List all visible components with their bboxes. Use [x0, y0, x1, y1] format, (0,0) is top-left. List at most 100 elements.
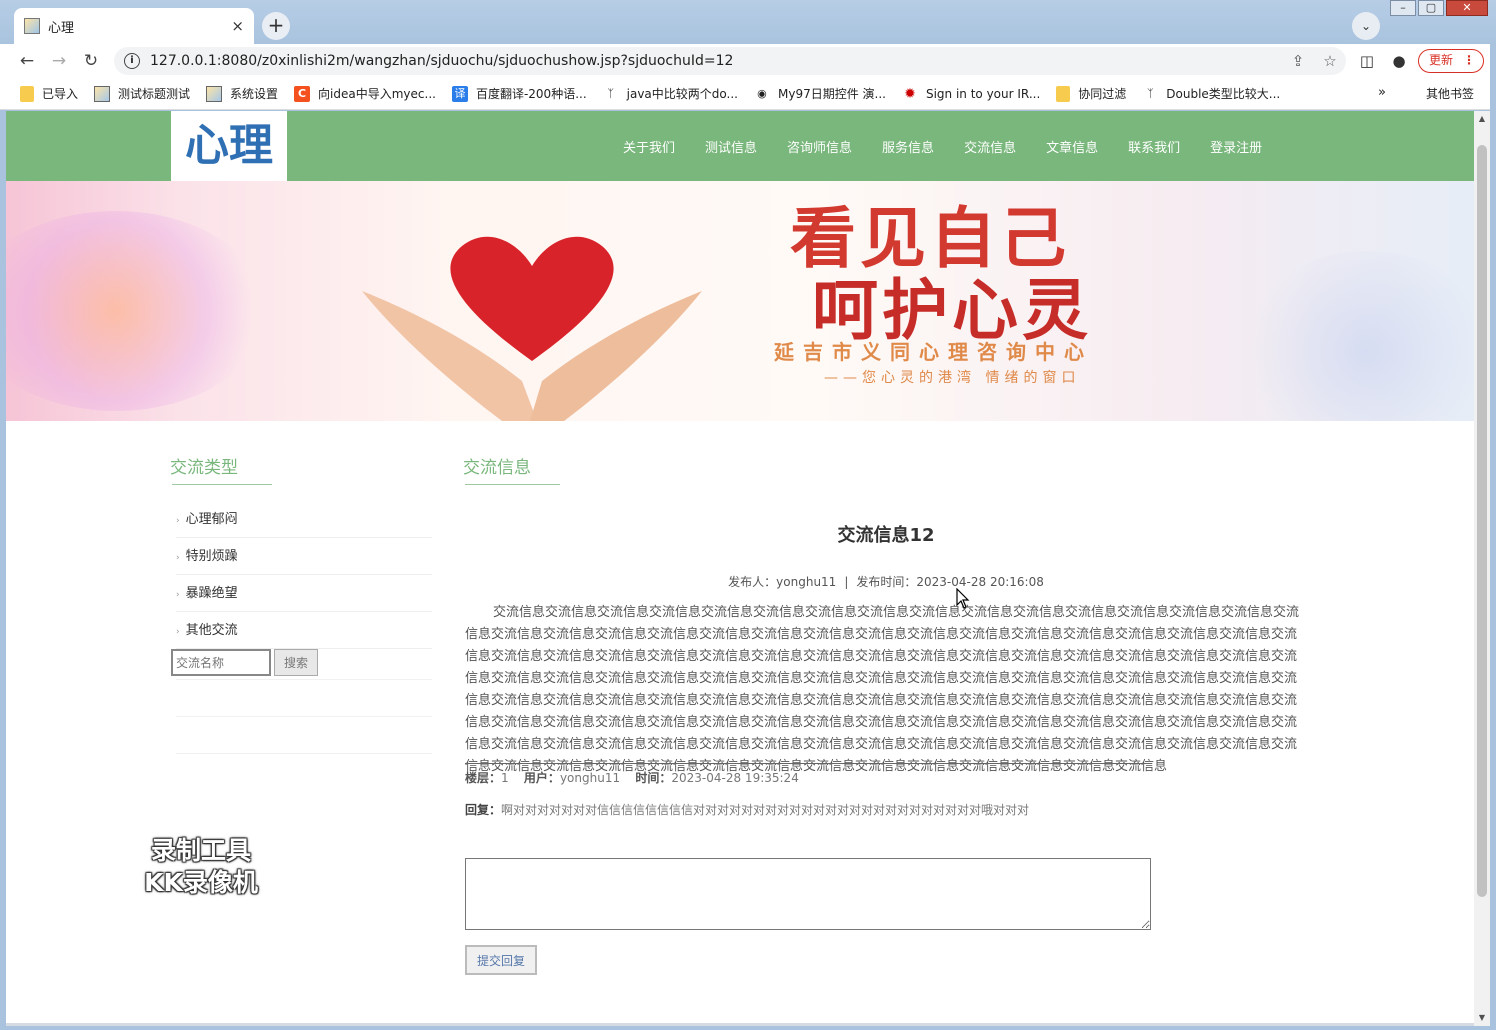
page-scrollbar[interactable]: ▲ ▼ [1474, 111, 1490, 1026]
banner-glow-right [1236, 251, 1474, 421]
watermark-line-1: 录制工具 [150, 836, 251, 865]
category-item[interactable]: › 其他交流 [176, 612, 432, 649]
close-tab-icon[interactable]: × [231, 17, 244, 35]
chevron-right-icon: › [176, 590, 180, 600]
search-button[interactable]: 搜索 [274, 649, 318, 676]
floor-label: 楼层： [465, 771, 502, 785]
article-content: 交流信息交流信息交流信息交流信息交流信息交流信息交流信息交流信息交流信息交流信息… [465, 605, 1300, 774]
category-item[interactable]: › 特别烦躁 [176, 538, 432, 575]
bookmark-label: 系统设置 [230, 87, 279, 101]
nav-item[interactable]: 登录注册 [1210, 137, 1262, 156]
chevron-right-icon: › [176, 553, 180, 563]
reply-user-label: 用户： [523, 771, 560, 785]
submit-reply-button[interactable]: 提交回复 [465, 945, 537, 975]
banner-org-name: 延吉市义同心理咨询中心 [774, 340, 1093, 364]
bookmark-item[interactable]: 译百度翻译-200种语... [451, 85, 587, 102]
site-logo[interactable]: 心理 [171, 111, 287, 181]
bookmarks-bar: 已导入 测试标题测试 系统设置 C 向idea中导入myec... 译百度翻译-200种语… [0, 78, 1496, 110]
update-button[interactable]: 更新 ⋮ [1418, 49, 1484, 73]
nav-item[interactable]: 关于我们 [623, 137, 675, 156]
reply-time: 2023-04-28 19:35:24 [671, 771, 799, 785]
reply-time-label: 时间： [635, 771, 672, 785]
scroll-down-arrow-icon[interactable]: ▼ [1474, 1010, 1490, 1026]
nav-item[interactable]: 联系我们 [1128, 137, 1180, 156]
bookmark-item[interactable]: 已导入 [20, 85, 78, 102]
bookmarks-overflow-icon[interactable]: » [1378, 85, 1386, 100]
bookmark-item[interactable]: 测试标题测试 [94, 85, 190, 102]
bookmark-label: 已导入 [42, 87, 79, 101]
bookmark-label: 向idea中导入myec... [318, 87, 436, 101]
window-frame [1490, 44, 1496, 1030]
publish-time-label: 发布时间： [856, 575, 917, 589]
reload-icon[interactable]: ↻ [80, 50, 102, 72]
maximize-button[interactable]: ▢ [1418, 0, 1444, 16]
search-input[interactable] [171, 649, 271, 676]
other-bookmarks[interactable]: 其他书签 [1412, 85, 1474, 102]
category-item[interactable]: › 心理郁闷 [176, 501, 432, 538]
folder-icon [20, 85, 34, 102]
site-info-icon[interactable]: i [124, 53, 140, 69]
category-item[interactable]: › 暴躁绝望 [176, 575, 432, 612]
browser-tab[interactable]: 心理 × [14, 8, 254, 44]
banner-glow [6, 211, 266, 411]
new-tab-button[interactable]: + [262, 12, 290, 40]
publisher-name: yonghu11 [776, 575, 837, 589]
category-label: 其他交流 [185, 623, 238, 638]
bookmark-star-icon[interactable]: ☆ [1314, 52, 1346, 70]
globe-icon: ◉ [757, 86, 767, 100]
chevron-right-icon: › [176, 516, 180, 526]
bookmark-label: 测试标题测试 [118, 87, 191, 101]
hero-banner: 看见自己 呵护心灵 延吉市义同心理咨询中心 ——您心灵的港湾 情绪的窗口 [6, 181, 1474, 421]
nav-item[interactable]: 服务信息 [882, 137, 934, 156]
category-label: 心理郁闷 [185, 512, 238, 527]
minimize-button[interactable]: – [1390, 0, 1416, 16]
address-bar[interactable]: i 127.0.0.1:8080/z0xinlishi2m/wangzhan/s… [114, 47, 1346, 75]
url-text[interactable]: 127.0.0.1:8080/z0xinlishi2m/wangzhan/sjd… [150, 53, 1282, 69]
main-nav: 关于我们 测试信息 咨询师信息 服务信息 交流信息 文章信息 联系我们 登录注册 [608, 111, 1277, 181]
bookmark-item[interactable]: ◉ My97日期控件 演... [754, 85, 886, 102]
bird-icon: ᛉ [1146, 86, 1154, 100]
page-bottom-border [6, 1023, 1474, 1026]
publisher-label: 发布人： [728, 575, 777, 589]
back-icon[interactable]: ← [16, 50, 38, 72]
close-window-button[interactable]: ✕ [1446, 0, 1488, 16]
page-viewport: 心理 关于我们 测试信息 咨询师信息 服务信息 交流信息 文章信息 联系我们 登录注册 看见自… [6, 111, 1474, 1026]
scrollbar-thumb[interactable] [1477, 145, 1487, 897]
bookmark-item[interactable]: ᛉ Double类型比较大... [1142, 85, 1280, 102]
maple-leaf-icon: ✹ [904, 85, 916, 102]
site-header: 心理 关于我们 测试信息 咨询师信息 服务信息 交流信息 文章信息 联系我们 登录注册 [6, 111, 1474, 181]
publish-time: 2023-04-28 20:16:08 [916, 575, 1044, 589]
bookmark-label: java中比较两个do... [626, 87, 738, 101]
scroll-up-arrow-icon[interactable]: ▲ [1474, 111, 1490, 127]
forward-icon[interactable]: → [48, 50, 70, 72]
browser-toolbar: ← → ↻ i 127.0.0.1:8080/z0xinlishi2m/wang… [0, 44, 1496, 78]
reply-textarea[interactable] [465, 858, 1151, 930]
tab-title: 心理 [48, 20, 75, 36]
menu-dots-icon[interactable]: ⋮ [1463, 50, 1475, 71]
share-icon[interactable]: ⇪ [1282, 52, 1314, 70]
bookmark-item[interactable]: ✹ Sign in to your IR... [902, 86, 1040, 102]
nav-item[interactable]: 文章信息 [1046, 137, 1098, 156]
nav-item[interactable]: 咨询师信息 [787, 137, 852, 156]
side-panel-icon[interactable]: ◫ [1356, 50, 1378, 72]
tab-search-icon[interactable]: ⌄ [1352, 12, 1380, 40]
bookmark-label: 百度翻译-200种语... [475, 87, 587, 101]
category-label: 特别烦躁 [185, 549, 238, 564]
bookmark-item[interactable]: C 向idea中导入myec... [294, 85, 436, 102]
bird-icon: ᛉ [607, 86, 614, 100]
heart-hands-icon [362, 236, 702, 421]
nav-item[interactable]: 交流信息 [964, 137, 1016, 156]
bookmark-item[interactable]: ᛉ java中比较两个do... [603, 85, 738, 102]
browser-titlebar: 心理 × + ⌄ – ▢ ✕ [0, 0, 1496, 44]
sidebar-title-underline [172, 484, 272, 485]
nav-item[interactable]: 测试信息 [705, 137, 757, 156]
bookmark-item[interactable]: 协同过滤 [1056, 85, 1126, 102]
bookmark-item[interactable]: 系统设置 [206, 85, 278, 102]
meta-separator: | [844, 575, 849, 589]
floor-number: 1 [501, 771, 509, 785]
bookmark-label: My97日期控件 演... [777, 87, 886, 101]
profile-avatar-icon[interactable]: ● [1388, 50, 1410, 72]
bookmark-label: Double类型比较大... [1166, 87, 1281, 101]
category-label: 暴躁绝望 [185, 586, 238, 601]
folder-icon [1056, 85, 1071, 102]
